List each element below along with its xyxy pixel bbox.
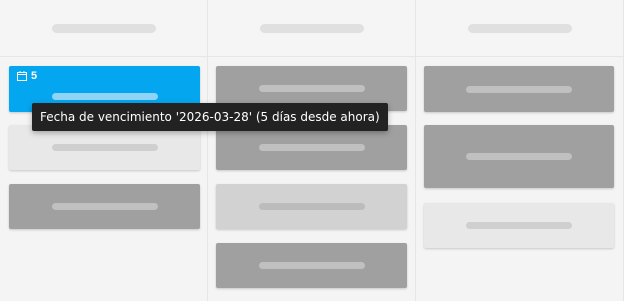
task-card[interactable]	[216, 184, 407, 229]
card-title-placeholder	[258, 144, 365, 151]
card-title-placeholder	[258, 262, 365, 269]
task-card[interactable]	[424, 125, 614, 188]
card-title-placeholder	[466, 222, 572, 229]
due-date-tooltip: Fecha de vencimiento '2026-03-28' (5 día…	[32, 103, 388, 131]
board-column-3	[416, 0, 624, 301]
task-card[interactable]	[216, 243, 407, 288]
due-count: 5	[31, 70, 38, 82]
card-title-placeholder	[51, 144, 158, 151]
column-header[interactable]	[0, 0, 207, 57]
column-header[interactable]	[208, 0, 415, 57]
kanban-board: 5 Fecha de vencimiento '2026-03-28' (5 d…	[0, 0, 624, 301]
task-card[interactable]	[424, 203, 614, 248]
board-column-1: 5	[0, 0, 208, 301]
task-card[interactable]	[9, 184, 200, 229]
column-title-placeholder	[467, 23, 572, 33]
card-title-placeholder	[466, 85, 572, 93]
column-title-placeholder	[51, 23, 156, 33]
due-date-badge: 5	[17, 70, 37, 82]
board-column-2	[208, 0, 416, 301]
task-card[interactable]	[216, 125, 407, 170]
task-card[interactable]	[424, 66, 614, 112]
calendar-icon	[17, 71, 27, 81]
card-title-placeholder	[258, 203, 365, 210]
card-title-placeholder	[466, 153, 572, 160]
column-title-placeholder	[259, 23, 364, 33]
card-title-placeholder	[51, 92, 158, 100]
card-title-placeholder	[258, 85, 365, 92]
task-card[interactable]	[9, 125, 200, 170]
card-title-placeholder	[51, 203, 158, 210]
column-header[interactable]	[416, 0, 623, 57]
